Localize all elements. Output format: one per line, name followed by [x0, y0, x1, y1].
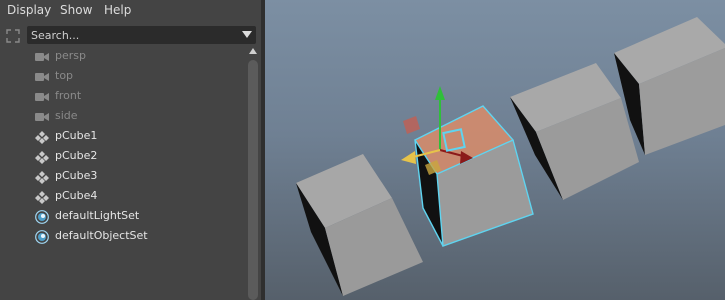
outliner-item-pcube4[interactable]: pCube4 [34, 186, 244, 206]
mesh-transform-icon [34, 149, 50, 164]
selected-cube-mesh[interactable] [413, 105, 534, 247]
outliner-panel: Display Show Help persp [0, 0, 262, 300]
search-row [0, 24, 262, 46]
mesh-transform-icon [34, 129, 50, 144]
outliner-item-defaultlightset[interactable]: defaultLightSet [34, 206, 244, 226]
outliner-item-label: defaultLightSet [55, 209, 140, 222]
outliner-item-label: pCube4 [55, 189, 98, 202]
panel-handle-icon[interactable] [6, 28, 20, 43]
outliner-item-label: top [55, 69, 74, 82]
outliner-item-label: pCube2 [55, 149, 98, 162]
outliner-item-side[interactable]: side [34, 106, 244, 126]
set-icon [34, 209, 50, 224]
camera-icon [34, 49, 50, 63]
camera-icon [34, 89, 50, 103]
menu-display[interactable]: Display [7, 3, 51, 17]
outliner-item-pcube1[interactable]: pCube1 [34, 126, 244, 146]
outliner-item-pcube3[interactable]: pCube3 [34, 166, 244, 186]
outliner-item-label: persp [55, 49, 86, 62]
outliner-item-front[interactable]: front [34, 86, 244, 106]
outliner-item-pcube2[interactable]: pCube2 [34, 146, 244, 166]
mesh-transform-icon [34, 169, 50, 184]
scroll-up-icon[interactable] [249, 48, 257, 54]
set-icon [34, 229, 50, 244]
search-input[interactable] [31, 27, 231, 43]
outliner-menubar: Display Show Help [0, 0, 262, 22]
outliner-item-persp[interactable]: persp [34, 46, 244, 66]
z-axis-arrow-icon [401, 151, 416, 164]
outliner-scrollbar[interactable] [246, 46, 260, 300]
scroll-thumb[interactable] [248, 60, 258, 300]
mesh-transform-icon [34, 189, 50, 204]
camera-icon [34, 69, 50, 83]
outliner-list: persp top front side pCube1 pCube2 pCube… [0, 46, 246, 300]
camera-icon [34, 109, 50, 123]
y-axis-arrow-icon [435, 86, 445, 100]
outliner-item-label: front [55, 89, 82, 102]
outliner-item-defaultobjectset[interactable]: defaultObjectSet [34, 226, 244, 246]
viewport-3d[interactable] [265, 0, 725, 300]
outliner-item-top[interactable]: top [34, 66, 244, 86]
outliner-item-label: pCube1 [55, 129, 98, 142]
cube-mesh[interactable] [510, 63, 639, 200]
menu-help[interactable]: Help [104, 3, 131, 17]
maya-app: Display Show Help persp [0, 0, 725, 300]
menu-show[interactable]: Show [60, 3, 92, 17]
outliner-item-label: defaultObjectSet [55, 229, 148, 242]
outliner-item-label: side [55, 109, 78, 122]
outliner-item-label: pCube3 [55, 169, 98, 182]
cube-mesh[interactable] [296, 154, 423, 296]
chevron-down-icon[interactable] [242, 31, 252, 38]
search-box [27, 26, 256, 44]
